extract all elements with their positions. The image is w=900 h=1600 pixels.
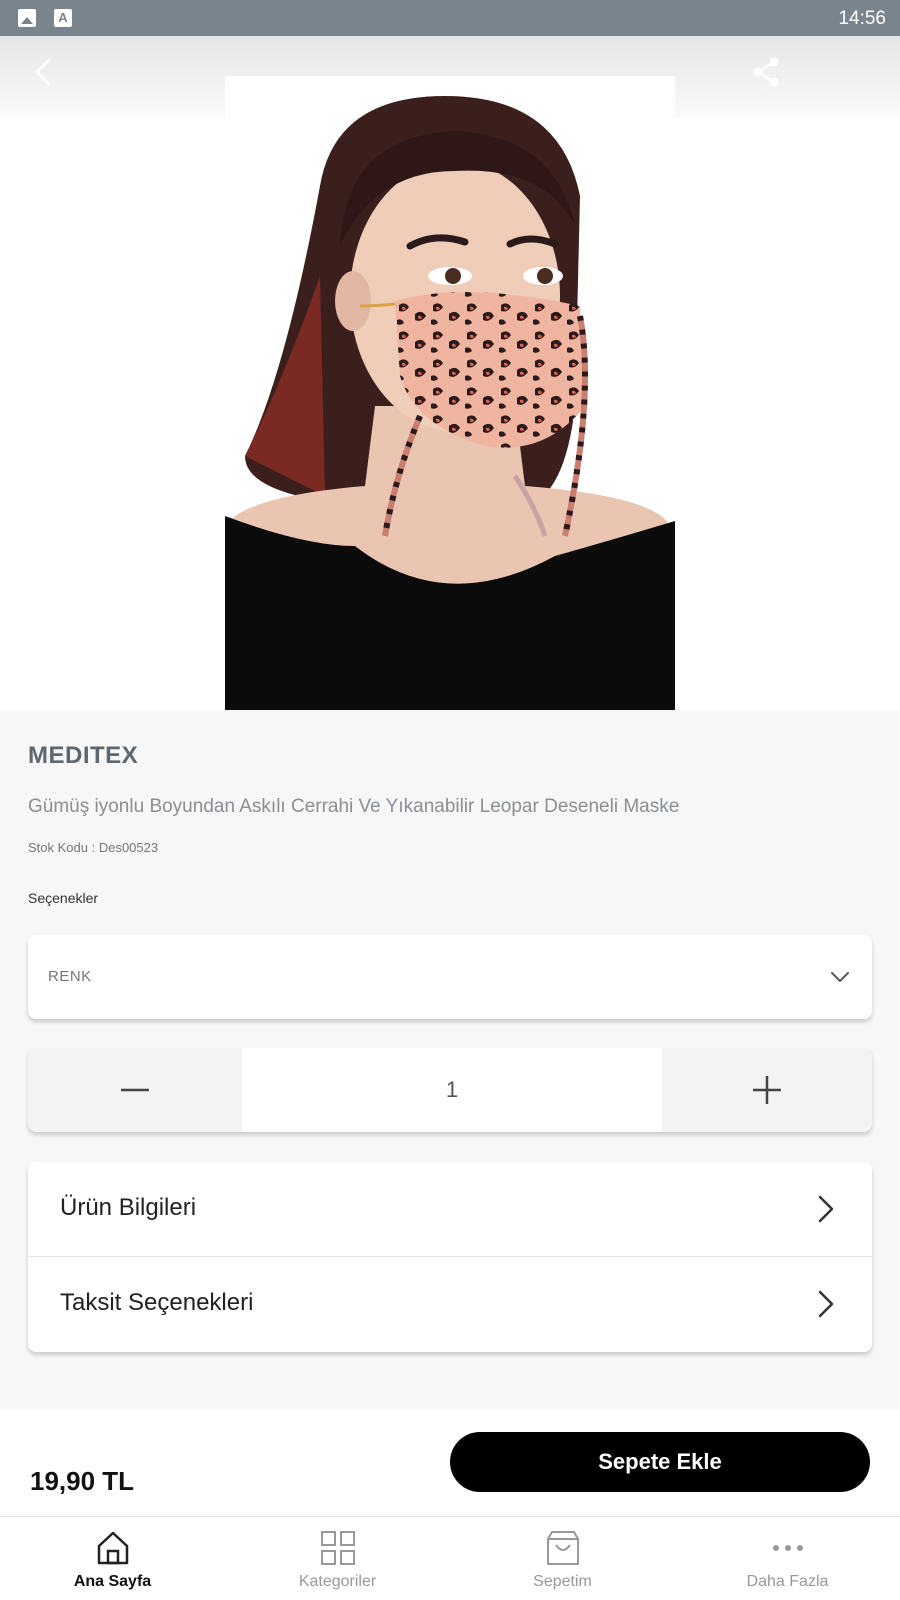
nav-home[interactable]: Ana Sayfa xyxy=(0,1517,225,1600)
product-title: Gümüş iyonlu Boyundan Askılı Cerrahi Ve … xyxy=(28,796,680,817)
chevron-right-icon xyxy=(818,1290,834,1318)
status-time: 14:56 xyxy=(838,8,886,29)
add-to-cart-button[interactable]: Sepete Ekle xyxy=(450,1432,870,1492)
plus-icon xyxy=(753,1076,781,1104)
grid-icon xyxy=(321,1531,355,1565)
quantity-value[interactable]: 1 xyxy=(242,1048,662,1132)
nav-cart[interactable]: Sepetim xyxy=(450,1517,675,1600)
product-brand: MEDITEX xyxy=(28,742,139,769)
bag-icon xyxy=(547,1531,579,1565)
back-arrow-icon xyxy=(35,58,51,86)
color-select[interactable]: RENK xyxy=(28,935,872,1019)
product-details-row[interactable]: Ürün Bilgileri xyxy=(28,1162,872,1256)
status-bar: A 14:56 xyxy=(0,0,900,36)
product-price: 19,90 TL xyxy=(30,1466,135,1496)
quantity-stepper: 1 xyxy=(28,1048,872,1132)
price-bar: 19,90 TL Sepete Ekle xyxy=(0,1410,900,1516)
product-info-list: Ürün Bilgileri Taksit Seçenekleri xyxy=(28,1162,872,1352)
share-button[interactable] xyxy=(744,50,788,94)
nav-more[interactable]: Daha Fazla xyxy=(675,1517,900,1600)
product-details-label: Ürün Bilgileri xyxy=(60,1194,197,1221)
minus-icon xyxy=(121,1088,149,1092)
bottom-nav: Ana Sayfa Kategoriler Sepetim Daha Fazla xyxy=(0,1516,900,1600)
chevron-right-icon xyxy=(818,1195,834,1223)
product-sku: Stok Kodu : Des00523 xyxy=(28,840,159,855)
nav-more-label: Daha Fazla xyxy=(746,1573,829,1590)
installment-options-label: Taksit Seçenekleri xyxy=(60,1289,254,1316)
color-select-value: RENK xyxy=(48,968,92,985)
more-icon xyxy=(773,1545,803,1551)
app-notification-icon: A xyxy=(54,9,72,27)
product-image-area xyxy=(0,36,900,710)
nav-categories-label: Kategoriler xyxy=(298,1573,377,1590)
nav-cart-label: Sepetim xyxy=(533,1573,592,1590)
options-label: Seçenekler xyxy=(28,890,99,906)
nav-home-label: Ana Sayfa xyxy=(73,1573,152,1590)
image-notification-icon xyxy=(18,9,36,27)
product-image xyxy=(225,76,675,710)
back-button[interactable] xyxy=(22,50,66,94)
chevron-down-icon xyxy=(831,972,849,983)
home-icon xyxy=(97,1531,129,1565)
increase-quantity-button[interactable] xyxy=(662,1048,872,1132)
nav-categories[interactable]: Kategoriler xyxy=(225,1517,450,1600)
decrease-quantity-button[interactable] xyxy=(28,1048,242,1132)
share-icon xyxy=(753,57,779,87)
installment-options-row[interactable]: Taksit Seçenekleri xyxy=(28,1257,872,1351)
